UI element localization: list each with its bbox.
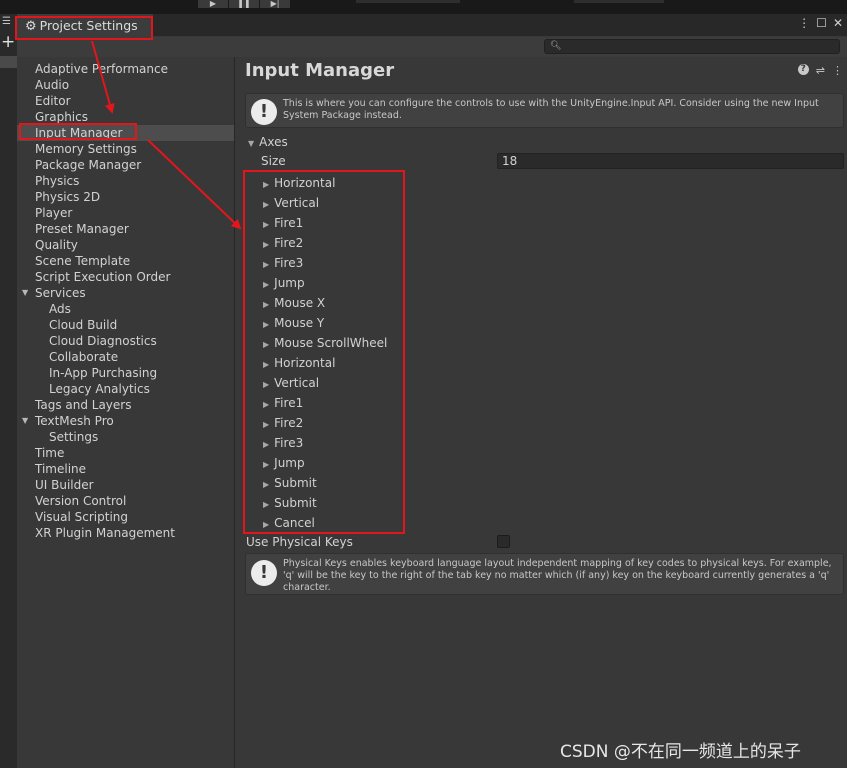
sidebar-item[interactable]: Script Execution Order	[17, 269, 234, 285]
sidebar-item-label: Editor	[35, 94, 71, 108]
sidebar-item-label: Script Execution Order	[35, 270, 171, 284]
sidebar-item-label: Ads	[49, 302, 71, 316]
page-title: Input Manager	[245, 60, 395, 81]
physical-keys-helpbox: ! Physical Keys enables keyboard languag…	[245, 553, 844, 595]
help-icon[interactable]: ?	[797, 64, 809, 75]
size-field[interactable]: 18	[497, 153, 844, 169]
sidebar-item-label: XR Plugin Management	[35, 526, 175, 540]
physical-keys-label: Use Physical Keys	[246, 535, 353, 549]
dock-selection	[0, 56, 17, 68]
warning-icon: !	[251, 99, 277, 125]
expanded-triangle-icon[interactable]: ▼	[22, 413, 28, 429]
sidebar-item-label: Adaptive Performance	[35, 62, 168, 76]
physical-keys-help: Physical Keys enables keyboard language …	[283, 558, 832, 593]
settings-sliders-icon[interactable]: ⇌	[816, 64, 825, 77]
sidebar-item[interactable]: Time	[17, 445, 234, 461]
maximize-icon[interactable]: ☐	[816, 16, 827, 30]
sidebar-item[interactable]: Cloud Diagnostics	[17, 333, 234, 349]
sidebar-item[interactable]: Audio	[17, 77, 234, 93]
sidebar-item-label: In-App Purchasing	[49, 366, 158, 380]
sidebar-item-label: Preset Manager	[35, 222, 129, 236]
sidebar-item[interactable]: Cloud Build	[17, 317, 234, 333]
sidebar-item-label: Tags and Layers	[35, 398, 132, 412]
play-controls: ▶ ❚❚ ▶|	[198, 0, 291, 8]
sidebar-item-label: Settings	[49, 430, 99, 444]
close-icon[interactable]: ✕	[833, 16, 843, 30]
toolbar-divider	[356, 0, 460, 3]
sidebar-item[interactable]: Legacy Analytics	[17, 381, 234, 397]
sidebar-item-label: Audio	[35, 78, 70, 92]
window-controls: ⋮ ☐ ✕	[798, 16, 843, 30]
step-icon[interactable]: ▶|	[260, 0, 291, 8]
search-input[interactable]: 🔍︎	[544, 39, 840, 54]
sidebar-item-label: Physics 2D	[35, 190, 101, 204]
pause-icon[interactable]: ❚❚	[229, 0, 260, 8]
sidebar-item-label: UI Builder	[35, 478, 94, 492]
annotation-box-axes	[243, 170, 405, 534]
sidebar-item-label: Time	[35, 446, 65, 460]
search-icon: 🔍︎	[550, 41, 562, 51]
search-row: 🔍︎	[17, 37, 847, 58]
sidebar-item[interactable]: Adaptive Performance	[17, 61, 234, 77]
kebab-menu-icon[interactable]: ⋮	[798, 16, 810, 30]
sidebar-item-label: Timeline	[35, 462, 87, 476]
watermark: CSDN @不在同一频道上的呆子	[560, 742, 801, 762]
sidebar-item[interactable]: Physics	[17, 173, 234, 189]
sidebar-item-label: Player	[35, 206, 73, 220]
sidebar-item-label: Memory Settings	[35, 142, 137, 156]
sidebar-item-label: Services	[35, 286, 86, 300]
sidebar-item[interactable]: Version Control	[17, 493, 234, 509]
sidebar-item[interactable]: In-App Purchasing	[17, 365, 234, 381]
expanded-triangle-icon: ▼	[248, 139, 255, 148]
sidebar-item[interactable]: ▼ Services	[17, 285, 234, 301]
sidebar-item[interactable]: Timeline	[17, 461, 234, 477]
sidebar-item-label: Version Control	[35, 494, 127, 508]
sidebar-item-label: Visual Scripting	[35, 510, 128, 524]
top-toolbar: ▶ ❚❚ ▶|	[0, 0, 847, 14]
sidebar-item[interactable]: Player	[17, 205, 234, 221]
annotation-box-tab	[15, 16, 153, 40]
expanded-triangle-icon[interactable]: ▼	[22, 285, 28, 301]
sidebar-item[interactable]: XR Plugin Management	[17, 525, 234, 541]
settings-sidebar: Adaptive Performance Audio Editor Graphics I…	[17, 57, 235, 768]
hamburger-menu-icon[interactable]: ☰	[2, 16, 11, 27]
sidebar-item-label: Package Manager	[35, 158, 142, 172]
sidebar-item[interactable]: Package Manager	[17, 157, 234, 173]
sidebar-item-label: Cloud Diagnostics	[49, 334, 157, 348]
left-dock-strip: ☰ +	[0, 14, 18, 768]
axes-foldout[interactable]: ▼ Axes	[248, 135, 288, 149]
sidebar-item[interactable]: Settings	[17, 429, 234, 445]
sidebar-item[interactable]: Quality	[17, 237, 234, 253]
sidebar-item[interactable]: Memory Settings	[17, 141, 234, 157]
sidebar-item[interactable]: Preset Manager	[17, 221, 234, 237]
sidebar-item[interactable]: Visual Scripting	[17, 509, 234, 525]
sidebar-item-label: Cloud Build	[49, 318, 118, 332]
sidebar-item-label: Collaborate	[49, 350, 119, 364]
annotation-box-input-manager	[19, 123, 137, 140]
toolbar-divider	[574, 0, 664, 3]
add-icon[interactable]: +	[1, 34, 15, 51]
play-icon[interactable]: ▶	[198, 0, 229, 8]
sidebar-item[interactable]: Physics 2D	[17, 189, 234, 205]
sidebar-item[interactable]: Ads	[17, 301, 234, 317]
kebab-menu-icon[interactable]: ⋮	[832, 64, 843, 77]
sidebar-item[interactable]: Editor	[17, 93, 234, 109]
sidebar-item[interactable]: Tags and Layers	[17, 397, 234, 413]
size-label: Size	[261, 154, 286, 168]
info-message: This is where you can configure the cont…	[283, 98, 819, 121]
sidebar-item-label: Physics	[35, 174, 80, 188]
sidebar-item[interactable]: Scene Template	[17, 253, 234, 269]
header-icons: ? ⇌ ⋮	[797, 64, 843, 77]
sidebar-item-label: Legacy Analytics	[49, 382, 150, 396]
sidebar-item[interactable]: UI Builder	[17, 477, 234, 493]
sidebar-item-label: Scene Template	[35, 254, 131, 268]
axes-label: Axes	[259, 135, 288, 149]
info-helpbox: ! This is where you can configure the co…	[245, 93, 844, 128]
sidebar-item[interactable]: Collaborate	[17, 349, 234, 365]
sidebar-item-label: Quality	[35, 238, 78, 252]
sidebar-item[interactable]: ▼ TextMesh Pro	[17, 413, 234, 429]
warning-icon: !	[251, 560, 277, 586]
physical-keys-checkbox[interactable]	[497, 535, 510, 548]
sidebar-item-label: TextMesh Pro	[35, 414, 114, 428]
